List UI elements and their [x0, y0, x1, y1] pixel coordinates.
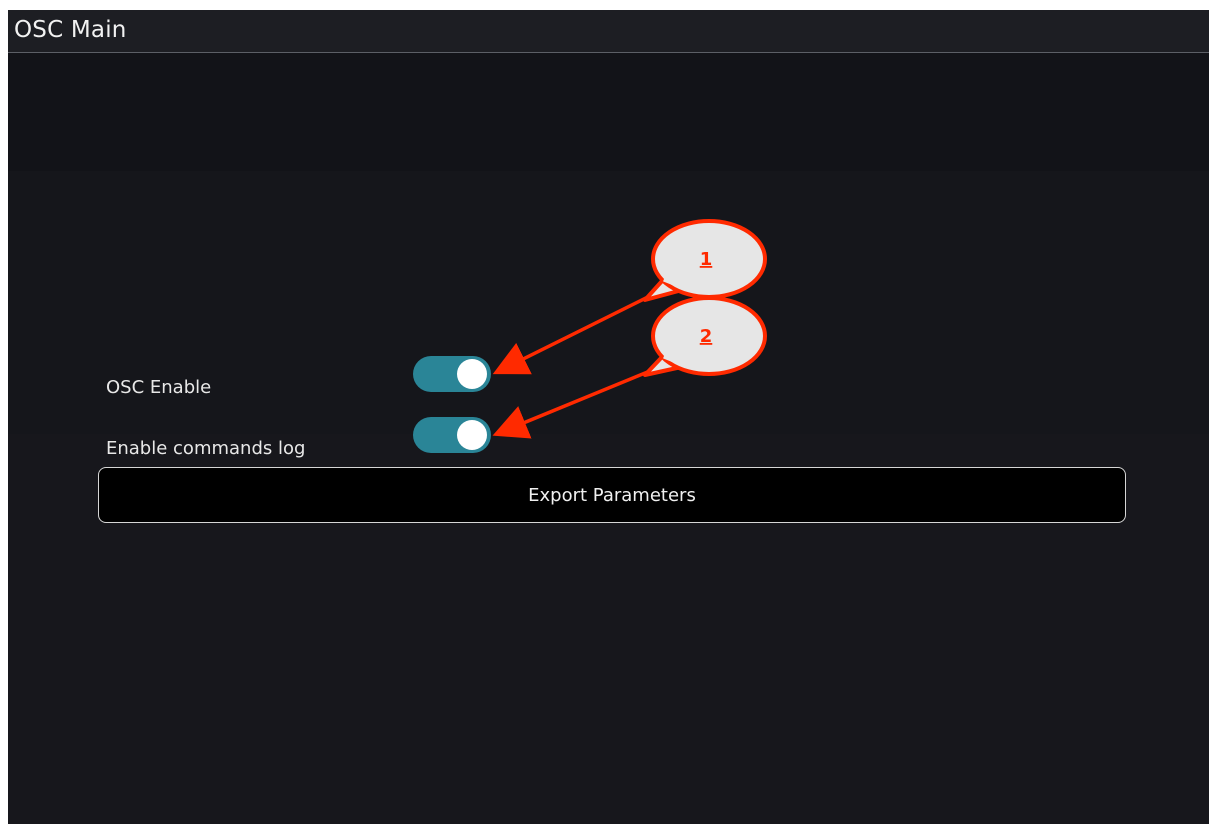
osc-enable-toggle[interactable]	[413, 356, 491, 392]
toggle-knob	[457, 420, 487, 450]
header-band	[8, 53, 1209, 171]
export-parameters-button[interactable]: Export Parameters	[98, 467, 1126, 523]
commands-log-toggle[interactable]	[413, 417, 491, 453]
window-title: OSC Main	[14, 17, 127, 43]
osc-enable-label: OSC Enable	[106, 377, 212, 398]
toggle-knob	[457, 359, 487, 389]
osc-main-window: OSC Main OSC Enable Enable commands log …	[8, 10, 1209, 824]
commands-log-label: Enable commands log	[106, 438, 306, 459]
title-bar: OSC Main	[8, 10, 1209, 53]
